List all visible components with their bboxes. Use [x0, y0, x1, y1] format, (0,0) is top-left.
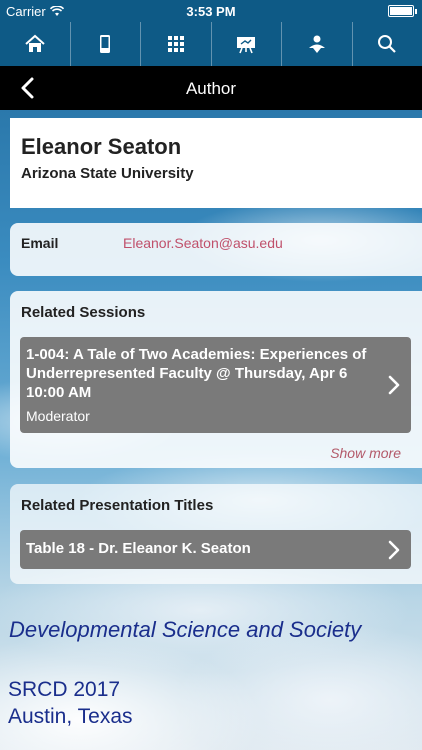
main-toolbar: [0, 22, 422, 66]
toolbar-search-button[interactable]: [353, 22, 422, 66]
toolbar-grid-button[interactable]: [141, 22, 212, 66]
session-role: Moderator: [26, 408, 90, 424]
toolbar-mobile-button[interactable]: [71, 22, 141, 66]
chevron-right-icon: [388, 375, 400, 395]
author-name: Eleanor Seaton: [21, 134, 182, 159]
email-label: Email: [21, 235, 59, 251]
status-bar: Carrier 3:53 PM: [0, 0, 422, 22]
related-sessions-card: Related Sessions 1-004: A Tale of Two Ac…: [10, 291, 422, 468]
battery-tip: [415, 9, 417, 14]
presentation-title: Table 18 - Dr. Eleanor K. Seaton: [26, 540, 251, 557]
conference-tagline: Developmental Science and Society: [9, 617, 362, 642]
presentation-list-item[interactable]: Table 18 - Dr. Eleanor K. Seaton: [20, 530, 411, 569]
session-list-item[interactable]: 1-004: A Tale of Two Academies: Experien…: [20, 337, 411, 433]
email-link[interactable]: Eleanor.Seaton@asu.edu: [123, 235, 283, 251]
session-title: 1-004: A Tale of Two Academies: Experien…: [26, 346, 367, 401]
chevron-right-icon: [388, 540, 400, 560]
grid-icon: [167, 36, 184, 52]
conference-location: Austin, Texas: [8, 705, 133, 728]
toolbar-home-button[interactable]: [0, 22, 71, 66]
mobile-icon: [100, 35, 111, 53]
toolbar-person-button[interactable]: [282, 22, 353, 66]
navigation-bar: Author: [0, 66, 422, 110]
show-more-link[interactable]: Show more: [330, 445, 401, 461]
search-icon: [378, 35, 397, 53]
author-institution: Arizona State University: [21, 165, 194, 182]
toolbar-presentation-button[interactable]: [212, 22, 282, 66]
author-card: Eleanor Seaton Arizona State University: [10, 118, 422, 208]
clock: 3:53 PM: [186, 4, 236, 19]
page-title: Author: [185, 79, 237, 98]
conference-name: SRCD 2017: [8, 678, 121, 701]
person-icon: [308, 35, 325, 53]
battery-icon: [388, 5, 414, 17]
related-sessions-title: Related Sessions: [21, 304, 146, 321]
home-icon: [25, 34, 45, 52]
presentation-icon: [237, 37, 256, 54]
email-card: Email Eleanor.Seaton@asu.edu: [10, 223, 422, 276]
related-presentations-title: Related Presentation Titles: [21, 497, 214, 514]
related-presentations-card: Related Presentation Titles Table 18 - D…: [10, 484, 422, 584]
